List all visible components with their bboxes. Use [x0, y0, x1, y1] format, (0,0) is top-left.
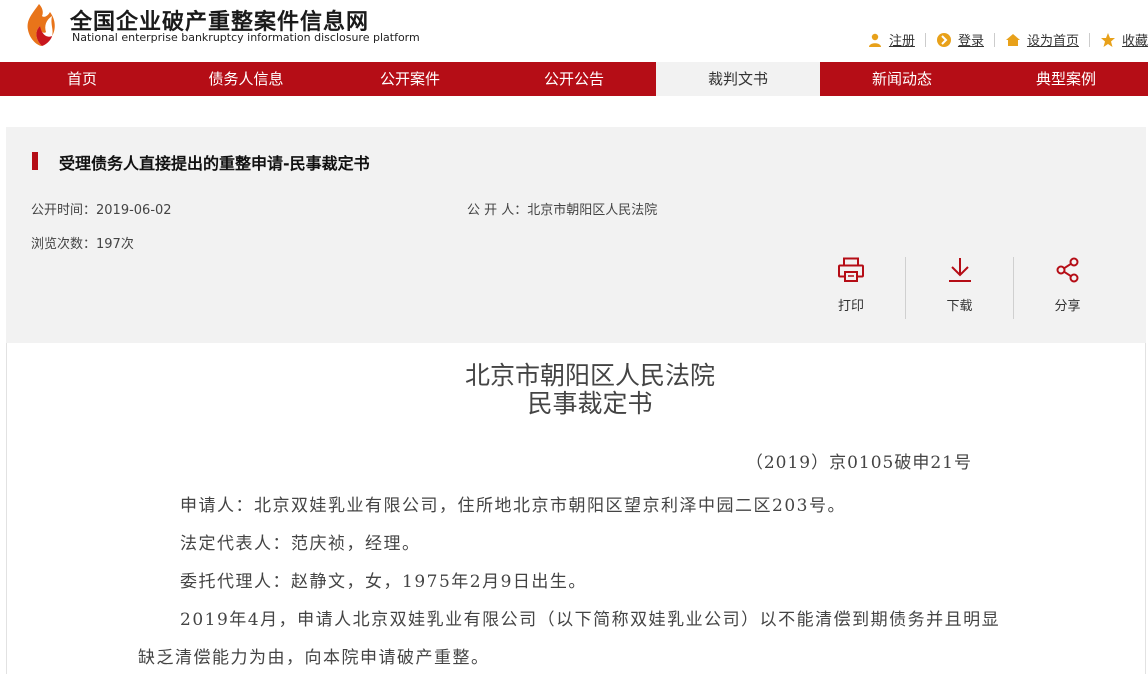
login-link[interactable]: 登录	[936, 30, 984, 49]
view-count: 浏览次数：197次	[31, 237, 134, 252]
document-actions: 打印 下载 分享	[797, 257, 1121, 319]
star-icon	[1100, 32, 1116, 48]
login-label: 登录	[957, 34, 984, 49]
site-header: 全国企业破产重整案件信息网 National enterprise bankru…	[0, 0, 1148, 62]
top-links: 注册 登录 设为首页 收藏	[867, 30, 1148, 49]
main-nav: 首页 债务人信息 公开案件 公开公告 裁判文书 新闻动态 典型案例	[0, 62, 1148, 96]
user-icon	[867, 32, 883, 48]
divider	[1088, 32, 1090, 47]
nav-item-home[interactable]: 首页	[0, 62, 164, 96]
divider	[993, 32, 995, 47]
document-title: 受理债务人直接提出的重整申请-民事裁定书	[32, 150, 370, 174]
share-button[interactable]: 分享	[1013, 257, 1121, 319]
nav-item-debtor-info[interactable]: 债务人信息	[164, 62, 328, 96]
set-home-label: 设为首页	[1026, 34, 1079, 49]
publisher: 公 开 人：北京市朝阳区人民法院	[467, 203, 658, 218]
printer-icon	[838, 257, 864, 282]
print-button[interactable]: 打印	[797, 257, 905, 319]
divider	[924, 32, 926, 47]
document-heading: 北京市朝阳区人民法院 民事裁定书	[0, 362, 1148, 418]
register-link[interactable]: 注册	[867, 30, 915, 49]
paragraph-agent: 委托代理人：赵静文，女，1975年2月9日出生。	[180, 572, 587, 592]
flame-logo-icon[interactable]	[22, 2, 56, 48]
nav-item-public-notices[interactable]: 公开公告	[492, 62, 656, 96]
case-number: （2019）京0105破申21号	[745, 453, 972, 473]
nav-item-news[interactable]: 新闻动态	[820, 62, 984, 96]
publish-time: 公开时间：2019-06-02	[31, 203, 172, 218]
print-label: 打印	[837, 299, 864, 314]
login-icon	[936, 32, 952, 48]
paragraph-facts: 2019年4月，申请人北京双娃乳业有限公司（以下简称双娃乳业公司）以不能清偿到期…	[138, 610, 1001, 668]
nav-item-judgments[interactable]: 裁判文书	[656, 62, 820, 96]
download-label: 下载	[946, 299, 973, 314]
paragraph-applicant: 申请人：北京双娃乳业有限公司，住所地北京市朝阳区望京利泽中园二区203号。	[180, 496, 846, 516]
document-body: 申请人：北京双娃乳业有限公司，住所地北京市朝阳区望京利泽中园二区203号。 法定…	[138, 487, 1018, 674]
paragraph-legal-rep: 法定代表人：范庆祯，经理。	[180, 534, 421, 554]
site-subtitle: National enterprise bankruptcy informati…	[72, 31, 420, 44]
download-button[interactable]: 下载	[905, 257, 1013, 319]
favorite-link[interactable]: 收藏	[1100, 30, 1148, 49]
favorite-label: 收藏	[1121, 34, 1148, 49]
court-name: 北京市朝阳区人民法院	[464, 361, 715, 390]
home-icon	[1005, 32, 1021, 48]
document-info-panel: 受理债务人直接提出的重整申请-民事裁定书 公开时间：2019-06-02 公 开…	[6, 127, 1146, 343]
nav-item-public-cases[interactable]: 公开案件	[328, 62, 492, 96]
share-icon	[1056, 257, 1078, 283]
download-icon	[948, 258, 971, 282]
register-label: 注册	[888, 34, 915, 49]
set-home-link[interactable]: 设为首页	[1005, 30, 1079, 49]
share-label: 分享	[1054, 299, 1081, 314]
nav-item-typical-cases[interactable]: 典型案例	[984, 62, 1148, 96]
document-type: 民事裁定书	[527, 389, 653, 418]
